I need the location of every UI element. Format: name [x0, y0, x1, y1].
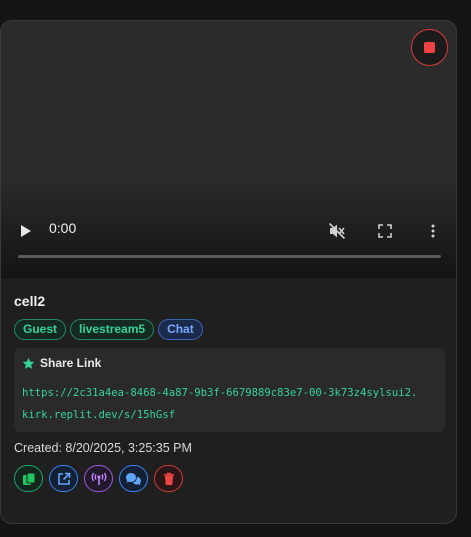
fullscreen-button[interactable] — [375, 221, 395, 241]
fullscreen-icon — [378, 224, 392, 238]
copy-button[interactable] — [14, 465, 43, 492]
video-progress-bar[interactable] — [18, 255, 441, 258]
tag-chat: Chat — [158, 319, 203, 340]
play-icon — [21, 225, 31, 237]
stop-button[interactable] — [411, 29, 448, 66]
open-link-button[interactable] — [49, 465, 78, 492]
external-link-icon — [57, 472, 70, 485]
copy-icon — [22, 472, 35, 485]
mute-button[interactable] — [326, 220, 348, 242]
broadcast-button[interactable] — [84, 465, 113, 492]
stream-card: 0:00 cell2 Guest livestream5 Chat Share … — [0, 20, 457, 524]
chat-button[interactable] — [119, 465, 148, 492]
action-buttons — [14, 465, 183, 492]
delete-button[interactable] — [154, 465, 183, 492]
broadcast-icon — [91, 472, 106, 485]
created-timestamp: Created: 8/20/2025, 3:25:35 PM — [14, 441, 192, 455]
stream-title: cell2 — [14, 293, 46, 309]
tag-list: Guest livestream5 Chat — [14, 319, 203, 340]
video-time: 0:00 — [49, 220, 77, 236]
share-link-label: Share Link — [40, 356, 102, 370]
muted-speaker-icon — [328, 222, 346, 240]
play-button[interactable] — [18, 221, 34, 241]
share-link-url[interactable]: https://2c31a4ea-8468-4a87-9b3f-6679889c… — [22, 382, 440, 426]
star-icon — [22, 357, 35, 369]
video-player[interactable]: 0:00 — [1, 21, 456, 278]
stop-icon — [424, 42, 435, 53]
share-link-url-line2: kirk.replit.dev/s/15hGsf — [22, 409, 176, 421]
tag-guest: Guest — [14, 319, 67, 340]
share-link-panel: Share Link https://2c31a4ea-8468-4a87-9b… — [14, 348, 445, 432]
more-options-button[interactable] — [425, 221, 441, 241]
trash-icon — [163, 472, 174, 485]
more-vertical-icon — [431, 224, 435, 238]
chat-icon — [126, 472, 141, 485]
share-link-header: Share Link — [22, 356, 101, 370]
tag-livestream: livestream5 — [70, 319, 155, 340]
share-link-url-line1: https://2c31a4ea-8468-4a87-9b3f-6679889c… — [22, 387, 418, 399]
video-controls: 0:00 — [1, 217, 456, 247]
